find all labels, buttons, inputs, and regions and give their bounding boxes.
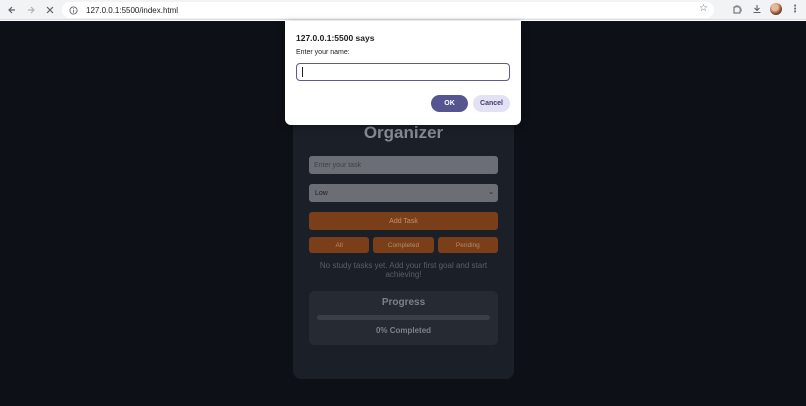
prompt-dialog: 127.0.0.1:5500 says Enter your name: OK … [285,21,521,125]
menu-kebab-icon[interactable]: ⋮ [788,2,802,16]
ok-button[interactable]: OK [431,95,468,112]
empty-state-message: No study tasks yet. Add your first goal … [319,261,488,279]
filter-bar: All Completed Pending [309,237,498,253]
extensions-icon[interactable] [730,2,744,16]
app-title: Organizer [363,123,444,142]
task-input[interactable]: Enter your task [309,156,498,174]
name-input[interactable] [296,63,510,81]
back-arrow-icon[interactable] [4,2,20,18]
progress-label: 0% Completed [375,326,432,335]
priority-selected-value: Low [315,189,328,197]
chevron-down-icon: ⌄ [488,189,494,196]
filter-completed-button[interactable]: Completed [373,237,434,253]
browser-toolbar: 127.0.0.1:5500/index.html ☆ ⋮ [0,0,806,20]
filter-pending-button[interactable]: Pending [437,237,498,253]
dialog-prompt-label: Enter your name: [296,49,350,56]
profile-avatar[interactable] [770,3,782,15]
add-task-button[interactable]: Add Task [309,212,498,230]
cancel-button[interactable]: Cancel [473,95,510,112]
dialog-title: 127.0.0.1:5500 says [296,33,375,43]
filter-all-button[interactable]: All [309,237,370,253]
organizer-card: Organizer Enter your task Low ⌄ Add Task… [293,101,514,379]
text-caret [302,67,303,77]
site-info-icon[interactable] [66,3,80,17]
progress-title: Progress [381,297,426,308]
priority-select[interactable]: Low ⌄ [309,184,498,202]
address-bar[interactable]: 127.0.0.1:5500/index.html ☆ [62,2,714,18]
url-text[interactable]: 127.0.0.1:5500/index.html [86,6,178,15]
stop-icon[interactable] [42,2,58,18]
download-icon[interactable] [750,2,764,16]
bookmark-star-icon[interactable]: ☆ [699,3,708,14]
forward-arrow-icon[interactable] [23,2,39,18]
progress-bar [317,315,490,320]
progress-panel: Progress 0% Completed [309,291,498,345]
